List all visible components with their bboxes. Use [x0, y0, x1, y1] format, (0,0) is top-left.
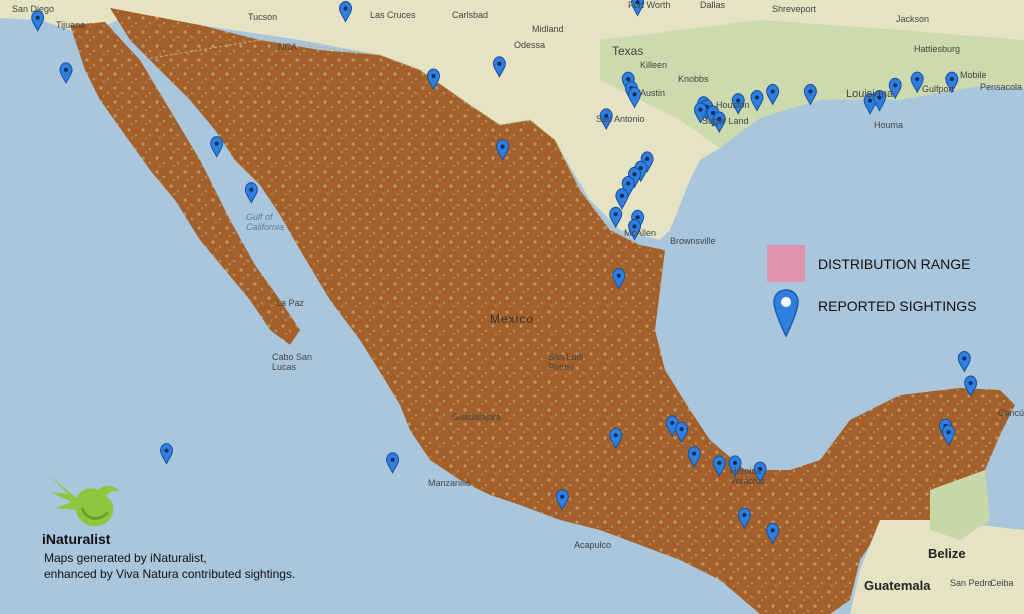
label-acapulco: Acapulco — [574, 540, 612, 550]
label-dallas: Dallas — [700, 0, 726, 10]
label-mcallen: McAllen — [624, 228, 657, 238]
label-guadalajara: Guadalajara — [452, 412, 502, 422]
label-cabo: Cabo San Lucas — [272, 352, 313, 372]
label-heroica-veracruz: Heroica Veracruz — [730, 466, 766, 486]
guatemala-belize — [850, 520, 1024, 614]
label-san-diego: San Diego — [12, 4, 55, 14]
label-cancun: Cancún — [998, 408, 1024, 418]
label-manzanillo: Manzanillo — [428, 478, 472, 488]
label-la-paz: La Paz — [276, 298, 305, 308]
label-las-cruces: Las Cruces — [370, 10, 416, 20]
label-brownsville: Brownsville — [670, 236, 716, 246]
distribution-range-swatch — [767, 245, 805, 282]
green-bird-icon — [48, 474, 120, 527]
label-austin: Austin — [640, 88, 666, 98]
label-san-luis: San Luis Potosí — [548, 352, 584, 372]
legend-pin-icon — [773, 289, 799, 338]
label-nca: NCA — [278, 42, 298, 52]
legend-range-label: DISTRIBUTION RANGE — [818, 256, 971, 272]
label-texas: Texas — [612, 44, 644, 58]
label-mexico: Mexico — [490, 312, 535, 326]
credit-line-1: Maps generated by iNaturalist, — [44, 551, 207, 565]
label-shreveport: Shreveport — [772, 4, 817, 14]
label-san-pedro: San Pedro — [950, 578, 993, 588]
brand-name: iNaturalist — [42, 531, 111, 547]
label-jackson: Jackson — [896, 14, 930, 24]
label-san-antonio: San Antonio — [596, 114, 645, 124]
label-odessa: Odessa — [514, 40, 546, 50]
label-hattiesburg: Hattiesburg — [914, 44, 961, 54]
label-fort-worth: Fort Worth — [628, 0, 671, 10]
label-sugar-land: Sugar Land — [702, 116, 749, 126]
label-ceiba: Ceiba — [990, 578, 1014, 588]
label-guatemala: Guatemala — [864, 578, 931, 593]
label-gulf-of-california: Gulf of California — [246, 212, 285, 232]
label-tucson: Tucson — [248, 12, 278, 22]
label-midland: Midland — [532, 24, 564, 34]
label-gulfport: Gulfport — [922, 84, 955, 94]
label-mobile: Mobile — [960, 70, 987, 80]
label-louisiana: Louisiana — [846, 88, 894, 100]
label-pensacola: Pensacola — [980, 82, 1023, 92]
label-carlsbad: Carlsbad — [452, 10, 489, 20]
label-knobbs: Knobbs — [678, 74, 709, 84]
label-tijuana: Tijuana — [56, 20, 86, 30]
legend-sightings-label: REPORTED SIGHTINGS — [818, 298, 977, 314]
label-belize: Belize — [928, 546, 966, 561]
credit-line-2: enhanced by Viva Natura contributed sigh… — [44, 567, 296, 581]
label-killeen: Killeen — [640, 60, 668, 70]
label-houston: Houston — [716, 100, 750, 110]
label-houma: Houma — [874, 120, 904, 130]
